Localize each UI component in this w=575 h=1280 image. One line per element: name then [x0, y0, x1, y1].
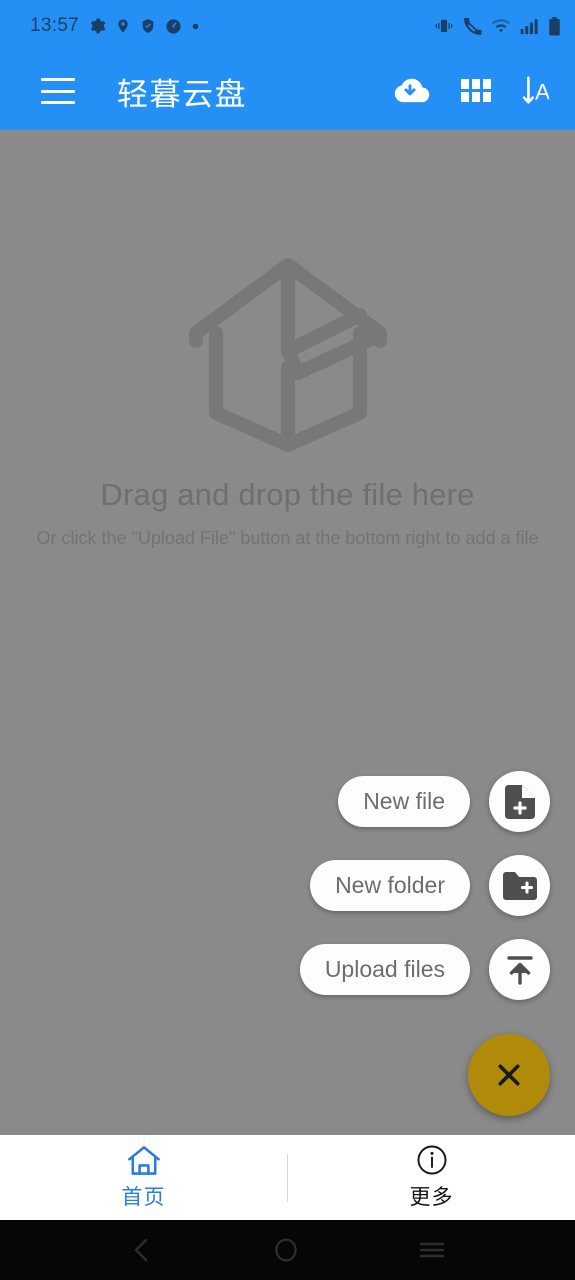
recents-icon[interactable] — [418, 1239, 446, 1261]
sort-alpha-icon[interactable]: A — [521, 75, 549, 107]
app-screen: 13:57 轻暮云盘 A New file New folder Upload … — [0, 0, 575, 1280]
file-plus-icon — [504, 784, 535, 819]
hamburger-menu-icon[interactable] — [41, 78, 75, 104]
wifi-icon — [492, 19, 510, 33]
upload-files-label[interactable]: Upload files — [299, 944, 470, 995]
shield-check-icon — [142, 19, 154, 33]
menu-bar-1 — [41, 78, 75, 81]
dot-icon — [192, 23, 199, 29]
bottom-nav-item-more[interactable]: 更多 — [288, 1135, 575, 1220]
vibrate-icon — [435, 19, 453, 33]
location-pin-icon — [118, 19, 128, 33]
status-bar: 13:57 — [0, 0, 575, 52]
bottom-nav-item-home[interactable]: 首页 — [0, 1135, 287, 1220]
folder-plus-icon — [502, 871, 537, 900]
speed-dial-action-new-file[interactable]: New file — [338, 771, 550, 832]
call-muted-icon — [464, 17, 482, 35]
grid-view-icon[interactable] — [461, 79, 491, 103]
new-file-label[interactable]: New file — [338, 776, 470, 827]
speedometer-icon — [166, 18, 181, 34]
status-bar-left: 13:57 — [30, 15, 200, 37]
speed-dial-action-upload-files[interactable]: Upload files — [299, 939, 550, 1000]
battery-icon — [549, 16, 560, 36]
bottom-nav-label-more: 更多 — [409, 1186, 454, 1209]
back-icon[interactable] — [130, 1237, 154, 1263]
new-folder-label[interactable]: New folder — [310, 860, 470, 911]
close-x-icon — [498, 1064, 520, 1086]
bottom-nav-label-home: 首页 — [121, 1185, 166, 1209]
android-navigation-bar — [0, 1220, 575, 1280]
info-circle-icon — [417, 1145, 446, 1175]
bottom-navigation: 首页 更多 — [0, 1135, 575, 1220]
svg-text:A: A — [535, 79, 549, 104]
status-bar-clock: 13:57 — [30, 15, 80, 36]
new-folder-button[interactable] — [489, 855, 550, 916]
gear-icon — [90, 18, 106, 34]
home-circle-icon[interactable] — [273, 1237, 299, 1263]
speed-dial-menu: New file New folder Upload files — [20, 771, 550, 1135]
speed-dial-action-new-folder[interactable]: New folder — [310, 855, 550, 916]
cloud-download-icon[interactable] — [389, 75, 431, 107]
signal-bars-icon — [520, 18, 538, 34]
app-title: 轻暮云盘 — [117, 76, 247, 112]
home-icon — [127, 1145, 160, 1175]
menu-bar-3 — [41, 101, 75, 104]
app-bar-actions: A — [389, 75, 549, 107]
close-speed-dial-fab[interactable] — [468, 1034, 550, 1116]
status-bar-right — [434, 16, 561, 36]
fab-main-row — [468, 1034, 550, 1116]
upload-files-button[interactable] — [489, 939, 550, 1000]
new-file-button[interactable] — [489, 771, 550, 832]
app-bar: 轻暮云盘 A — [0, 52, 575, 130]
upload-arrow-icon — [506, 955, 533, 985]
menu-bar-2 — [41, 89, 75, 93]
speed-dial-scrim[interactable]: New file New folder Upload files — [0, 130, 575, 1135]
